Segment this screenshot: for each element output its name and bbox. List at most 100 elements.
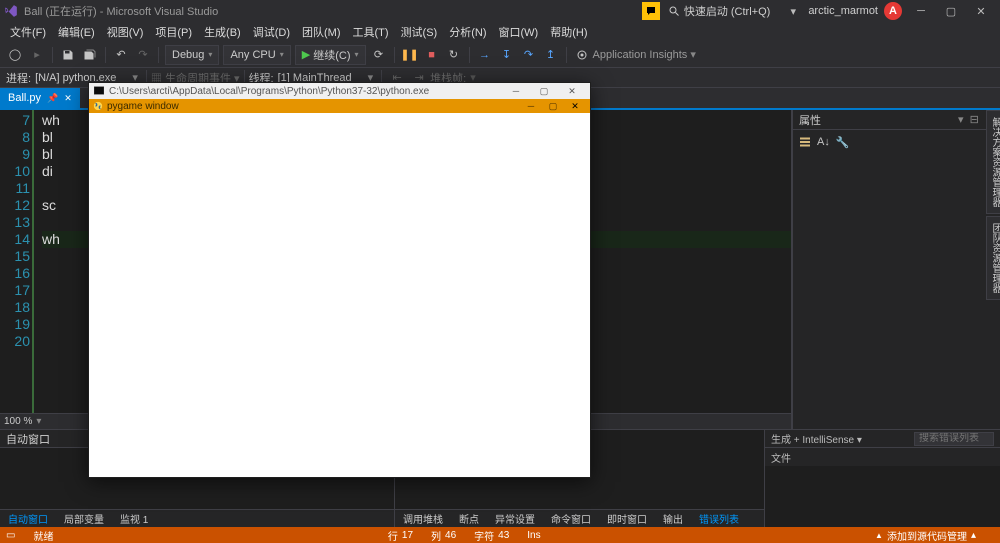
panel-pin-icon[interactable]: ⊟	[970, 113, 979, 126]
menu-tools[interactable]: 工具(T)	[347, 24, 395, 40]
minimize-button[interactable]: ─	[906, 1, 936, 21]
tab-locals[interactable]: 局部变量	[56, 511, 112, 526]
col-file: 文件	[771, 450, 791, 465]
search-icon[interactable]	[668, 5, 680, 17]
refresh-icon[interactable]: ⟳	[369, 45, 389, 65]
undo-icon[interactable]: ↶	[111, 45, 131, 65]
status-ins: Ins	[527, 530, 540, 541]
config-dropdown[interactable]: Debug▾	[165, 45, 219, 65]
platform-dropdown[interactable]: Any CPU▾	[223, 45, 290, 65]
tab-close-icon[interactable]: ✕	[64, 93, 72, 104]
console-minimize[interactable]: ─	[502, 84, 530, 98]
pygame-close[interactable]: ✕	[564, 100, 586, 112]
errorlist-search[interactable]	[914, 432, 994, 446]
tab-output[interactable]: 输出	[655, 511, 691, 526]
step-into-icon[interactable]: ↧	[497, 45, 517, 65]
step-out-icon[interactable]: ↥	[541, 45, 561, 65]
menu-help[interactable]: 帮助(H)	[544, 24, 593, 40]
nav-fwd-icon[interactable]: ▸	[27, 45, 47, 65]
continue-button[interactable]: ▶ 继续(C)▾	[295, 45, 366, 65]
restart-icon[interactable]: ↻	[444, 45, 464, 65]
pygame-icon	[93, 101, 103, 111]
save-all-icon[interactable]	[80, 45, 100, 65]
menu-edit[interactable]: 编辑(E)	[52, 24, 101, 40]
zoom-level[interactable]: 100 %	[4, 416, 32, 427]
status-state: 就绪	[33, 528, 53, 543]
menu-analyze[interactable]: 分析(N)	[443, 24, 492, 40]
menu-test[interactable]: 测试(S)	[395, 24, 444, 40]
avatar[interactable]: A	[884, 2, 902, 20]
menu-bar: 文件(F) 编辑(E) 视图(V) 项目(P) 生成(B) 调试(D) 团队(M…	[0, 22, 1000, 42]
side-tab-well: 解决方案资源管理器 团队资源管理器	[986, 110, 1000, 302]
menu-file[interactable]: 文件(F)	[4, 24, 52, 40]
tab-breakpoints[interactable]: 断点	[451, 511, 487, 526]
save-icon[interactable]	[58, 45, 78, 65]
autos-title: 自动窗口	[6, 431, 50, 447]
panel-dropdown-icon[interactable]: ▾	[958, 113, 964, 126]
status-bar: ▭ 就绪 行 17 列 46 字符 43 Ins ▲ 添加到源代码管理 ▴	[0, 527, 1000, 543]
properties-title: 属性	[799, 112, 821, 128]
pygame-minimize[interactable]: ─	[520, 100, 542, 112]
close-button[interactable]: ✕	[966, 1, 996, 21]
side-tab-solution-explorer[interactable]: 解决方案资源管理器	[986, 110, 1000, 214]
status-col: 46	[445, 530, 456, 541]
stop-icon[interactable]: ■	[422, 45, 442, 65]
tab-callstack[interactable]: 调用堆栈	[395, 511, 451, 526]
quick-launch[interactable]: 快速启动 (Ctrl+Q)	[684, 3, 770, 19]
pygame-canvas[interactable]	[89, 113, 590, 477]
pause-icon[interactable]: ❚❚	[400, 45, 420, 65]
build-filter[interactable]: 生成 + IntelliSense ▾	[771, 431, 862, 446]
document-tab-label: Ball.py	[8, 92, 41, 104]
redo-icon[interactable]: ↷	[133, 45, 153, 65]
status-line: 17	[402, 530, 413, 541]
tab-exceptions[interactable]: 异常设置	[487, 511, 543, 526]
status-scm[interactable]: ▲ 添加到源代码管理 ▴	[875, 528, 976, 543]
menu-project[interactable]: 项目(P)	[149, 24, 198, 40]
status-line-label: 行	[388, 528, 398, 543]
tab-immediate[interactable]: 即时窗口	[599, 511, 655, 526]
side-tab-team-explorer[interactable]: 团队资源管理器	[986, 216, 1000, 300]
pygame-titlebar[interactable]: pygame window ─ ▢ ✕	[89, 99, 590, 113]
document-tab-ball[interactable]: Ball.py 📌 ✕	[0, 88, 80, 108]
main-toolbar: ◯ ▸ ↶ ↷ Debug▾ Any CPU▾ ▶ 继续(C)▾ ⟳ ❚❚ ■ …	[0, 42, 1000, 68]
menu-build[interactable]: 生成(B)	[198, 24, 247, 40]
python-console-window[interactable]: C:\Users\arcti\AppData\Local\Programs\Py…	[88, 82, 591, 478]
console-icon	[93, 85, 105, 97]
menu-team[interactable]: 团队(M)	[296, 24, 347, 40]
console-titlebar[interactable]: C:\Users\arcti\AppData\Local\Programs\Py…	[89, 83, 590, 99]
insights-icon	[572, 45, 592, 65]
insights-label[interactable]: Application Insights	[593, 49, 688, 61]
status-char-label: 字符	[474, 528, 494, 543]
title-bar: Ball (正在运行) - Microsoft Visual Studio 快速…	[0, 0, 1000, 22]
account-name[interactable]: arctic_marmot	[808, 5, 878, 17]
console-path: C:\Users\arcti\AppData\Local\Programs\Py…	[109, 86, 429, 97]
console-maximize[interactable]: ▢	[530, 84, 558, 98]
line-number-gutter: 7 8 9 10 11 12 13 14 15 16 17 18 19 20	[0, 110, 36, 413]
tab-autos[interactable]: 自动窗口	[0, 511, 56, 526]
wrench-icon[interactable]: 🔧	[836, 136, 850, 149]
menu-window[interactable]: 窗口(W)	[493, 24, 545, 40]
tab-errorlist[interactable]: 错误列表	[691, 511, 747, 526]
tab-watch1[interactable]: 监视 1	[112, 511, 156, 526]
show-next-icon[interactable]: →	[475, 45, 495, 65]
status-window-icon[interactable]: ▭	[6, 530, 15, 541]
menu-debug[interactable]: 调试(D)	[247, 24, 296, 40]
step-over-icon[interactable]: ↷	[519, 45, 539, 65]
properties-toolbar: A↓ 🔧	[793, 130, 1000, 154]
categorized-icon[interactable]	[799, 136, 811, 148]
pygame-title: pygame window	[107, 101, 179, 112]
pygame-maximize[interactable]: ▢	[542, 100, 564, 112]
menu-view[interactable]: 视图(V)	[101, 24, 150, 40]
nav-back-icon[interactable]: ◯	[5, 45, 25, 65]
tab-command[interactable]: 命令窗口	[543, 511, 599, 526]
pin-icon[interactable]: 📌	[47, 93, 58, 104]
alphabetical-icon[interactable]: A↓	[817, 136, 830, 148]
maximize-button[interactable]: ▢	[936, 1, 966, 21]
notification-warning-icon[interactable]	[642, 2, 660, 20]
status-char: 43	[498, 530, 509, 541]
vs-logo-icon	[4, 4, 18, 18]
process-label: 进程:	[6, 70, 31, 86]
status-col-label: 列	[431, 528, 441, 543]
console-close[interactable]: ✕	[558, 84, 586, 98]
quick-launch-dropdown-icon[interactable]: ▾	[778, 1, 808, 21]
